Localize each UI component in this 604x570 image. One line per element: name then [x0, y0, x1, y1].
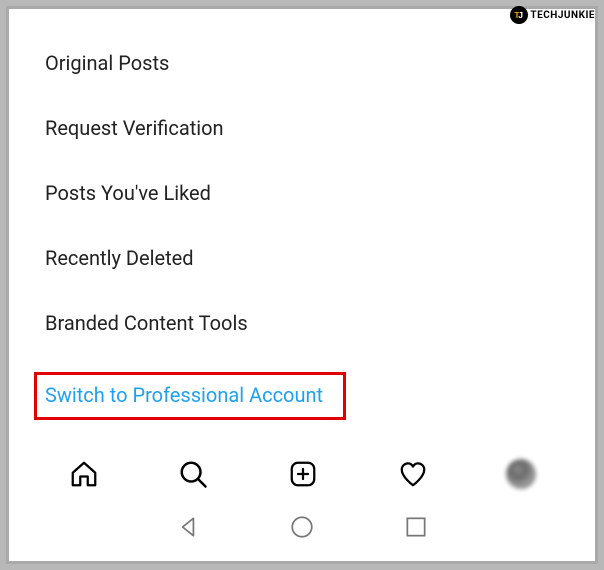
watermark-text: TECHJUNKIE — [530, 10, 595, 21]
recent-apps-icon[interactable] — [401, 512, 431, 542]
home-circle-icon[interactable] — [287, 512, 317, 542]
settings-item-branded-content[interactable]: Branded Content Tools — [45, 307, 559, 339]
app-navbar — [9, 445, 595, 501]
home-icon[interactable] — [68, 458, 100, 490]
settings-list: Original Posts Request Verification Post… — [9, 9, 595, 445]
settings-item-request-verification[interactable]: Request Verification — [45, 112, 559, 144]
heart-icon[interactable] — [397, 458, 429, 490]
profile-avatar[interactable] — [506, 459, 536, 489]
settings-item-switch-professional[interactable]: Switch to Professional Account — [45, 383, 333, 407]
watermark-badge-icon: T J — [510, 6, 528, 24]
settings-item-posts-liked[interactable]: Posts You've Liked — [45, 177, 559, 209]
back-icon[interactable] — [173, 512, 203, 542]
system-navbar — [9, 501, 595, 561]
svg-text:J: J — [519, 10, 524, 20]
device-frame: T J TECHJUNKIE Original Posts Request Ve… — [6, 6, 598, 564]
highlight-annotation: Switch to Professional Account — [34, 372, 346, 420]
settings-item-original-posts[interactable]: Original Posts — [45, 47, 559, 79]
settings-item-recently-deleted[interactable]: Recently Deleted — [45, 242, 559, 274]
watermark: T J TECHJUNKIE — [510, 6, 595, 24]
create-icon[interactable] — [287, 458, 319, 490]
search-icon[interactable] — [177, 458, 209, 490]
